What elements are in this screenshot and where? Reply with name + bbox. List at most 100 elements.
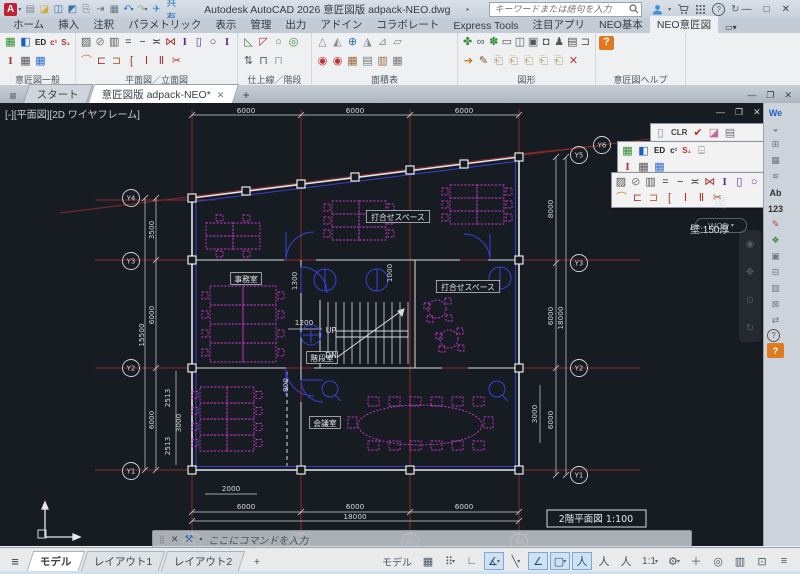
rail2-icon[interactable]: ⊓ — [271, 55, 286, 69]
file-tab-0[interactable]: スタート — [23, 84, 93, 103]
field-palette-icon[interactable]: ⊟ — [767, 265, 784, 280]
annotation-visibility-toggle[interactable]: 人 — [572, 552, 592, 570]
ed-text-icon[interactable]: ED — [33, 36, 48, 50]
isolate-objects-button[interactable]: ◎ — [708, 552, 728, 570]
wall-single-icon[interactable]: − — [135, 36, 149, 50]
object-snap-tracking-toggle[interactable]: ∠ — [528, 552, 548, 570]
window-palette-icon[interactable]: ⊞ — [767, 137, 784, 152]
hatch-wall-icon[interactable]: ▨ — [614, 175, 628, 189]
library1-icon[interactable]: ⎗ — [491, 55, 506, 69]
opening2-icon[interactable]: ⊐ — [646, 191, 661, 205]
share-palette-icon[interactable]: ❖ — [767, 233, 784, 248]
open-button[interactable]: ◪ — [37, 2, 51, 16]
area-tri-icon[interactable]: △ — [315, 36, 330, 50]
hatch-wall-icon[interactable]: ▨ — [79, 36, 93, 50]
s1c1-text-icon[interactable]: S₁ — [680, 144, 693, 158]
hatch-palette-icon[interactable]: ▦ — [767, 153, 784, 168]
model-space-button[interactable]: モデル — [378, 552, 416, 570]
ed-text-icon[interactable]: ED — [652, 144, 667, 158]
help-palette-icon[interactable]: ? — [767, 329, 780, 342]
c1-text-icon[interactable]: c¹ — [48, 36, 59, 50]
app-menu-button[interactable]: A — [4, 3, 17, 16]
object-snap-toggle[interactable]: ▢▾ — [550, 552, 570, 570]
undo-button[interactable]: ↶▾ — [121, 2, 135, 16]
web-palette-icon[interactable]: We — [767, 105, 784, 120]
ribbon-tab-4[interactable]: 表示 — [208, 16, 243, 33]
plot-button[interactable]: ⎘ — [79, 2, 93, 16]
eraser-icon[interactable]: ◪ — [706, 126, 721, 140]
comment-palette-icon[interactable]: ◒ — [767, 121, 784, 136]
column-i2-icon[interactable]: I — [220, 36, 234, 50]
area-circle2-icon[interactable]: ◉ — [330, 55, 345, 69]
area-circle-icon[interactable]: ◉ — [315, 55, 330, 69]
library4-icon[interactable]: ⎗ — [536, 55, 551, 69]
jamb2-icon[interactable]: Ⅰ — [678, 191, 693, 205]
ortho-toggle[interactable]: ∟ — [462, 552, 482, 570]
ribbon-tab-0[interactable]: ホーム — [6, 16, 51, 33]
redo-button[interactable]: ↷▾ — [135, 2, 149, 16]
door-swing-icon[interactable]: ⌒ — [79, 55, 94, 69]
search-icon[interactable] — [629, 4, 639, 14]
doc-minimize-button[interactable]: — — [747, 90, 756, 101]
layout-tab-1[interactable]: レイアウト1 — [80, 551, 165, 571]
binoculars-icon[interactable]: ∞ — [474, 36, 487, 50]
autoscale-toggle[interactable]: 人 — [594, 552, 614, 570]
vp-minimize-icon[interactable]: — — [716, 107, 725, 118]
fullnav-wheel-icon[interactable]: ◉ — [746, 239, 755, 250]
account-caret-icon[interactable]: ▾ — [668, 6, 671, 13]
beam-section-icon[interactable]: I — [3, 55, 18, 69]
column-round-icon[interactable]: ○ — [747, 175, 761, 189]
grid-display-toggle[interactable]: ▦ — [418, 552, 438, 570]
cart-icon[interactable] — [677, 4, 689, 15]
viewcube-south-face[interactable]: 南 — [714, 192, 727, 211]
area-table3-icon[interactable]: ▥ — [375, 55, 390, 69]
polar-tracking-toggle[interactable]: ∡▾ — [484, 552, 504, 570]
ribbon-tab-6[interactable]: 出力 — [278, 16, 313, 33]
orbit-icon[interactable]: ↻ — [746, 323, 754, 334]
search-expand-caret-icon[interactable]: ▸ — [466, 6, 469, 13]
file-tab-1[interactable]: 意匠図版 adpack-NEO*✕ — [88, 84, 239, 103]
adpack-media-icon[interactable]: ◧ — [636, 144, 651, 158]
kitchen-icon[interactable]: ▣ — [526, 36, 539, 50]
bed-icon[interactable]: ▭ — [500, 36, 513, 50]
new-drawing-tab-button[interactable]: + — [237, 87, 256, 103]
ribbon-tab-2[interactable]: 注釈 — [86, 16, 121, 33]
status-menu-button[interactable]: ≡ — [774, 552, 794, 570]
tree-icon[interactable]: ✤ — [461, 36, 474, 50]
check-icon[interactable]: ✔ — [690, 126, 705, 140]
wc-icon[interactable]: ◫ — [513, 36, 526, 50]
plant-icon[interactable]: ✽ — [487, 36, 500, 50]
jamb3-icon[interactable]: Ⅱ — [154, 55, 169, 69]
sheet-icon[interactable]: ▯ — [653, 126, 668, 140]
doc-restore-button[interactable]: ❐ — [766, 90, 774, 101]
clean-screen-button[interactable]: ⊡ — [752, 552, 772, 570]
landing-icon[interactable]: ○ — [271, 36, 286, 50]
print-button[interactable]: ▦ — [107, 2, 121, 16]
library5-icon[interactable]: ⎗ — [551, 55, 566, 69]
ribbon-tab-3[interactable]: パラメトリック — [121, 16, 208, 33]
hatch-edit-icon[interactable]: ▥ — [107, 36, 121, 50]
command-input-placeholder[interactable]: ここにコマンドを入力 — [208, 532, 308, 547]
isometric-drafting-toggle-caret[interactable]: ▾ — [517, 558, 520, 565]
graphics-performance-button[interactable]: ▥ — [730, 552, 750, 570]
area-fig-icon[interactable]: ▱ — [390, 36, 405, 50]
object-snap-toggle-caret[interactable]: ▾ — [563, 558, 566, 565]
snap-mode-toggle[interactable]: ⠿▾ — [440, 552, 460, 570]
search-input[interactable] — [492, 3, 629, 16]
opening-icon[interactable]: ⊏ — [630, 191, 645, 205]
library2-icon[interactable]: ⎗ — [506, 55, 521, 69]
wall-double-icon[interactable]: = — [658, 175, 672, 189]
app-menu-caret-icon[interactable]: ▾ — [18, 6, 21, 13]
area-table2-icon[interactable]: ▤ — [360, 55, 375, 69]
cmd-caret-icon[interactable]: ▾ — [199, 536, 202, 543]
navigation-bar[interactable]: ◉ ✥ ⊙ ↻ — [739, 230, 761, 342]
trim-icon[interactable]: ✂ — [169, 55, 184, 69]
area-tri2-icon[interactable]: ⊿ — [375, 36, 390, 50]
neo-help-palette-icon[interactable]: ? — [767, 343, 784, 358]
zoom-icon[interactable]: ⊙ — [746, 295, 754, 306]
landing2-icon[interactable]: ◎ — [286, 36, 301, 50]
ribbon-tab-11[interactable]: NEO基本 — [592, 16, 650, 33]
jamb1-icon[interactable]: [ — [662, 191, 677, 205]
workspace-switching-button-caret[interactable]: ▾ — [677, 558, 680, 565]
shutter-icon[interactable]: ⌸ — [694, 144, 709, 158]
